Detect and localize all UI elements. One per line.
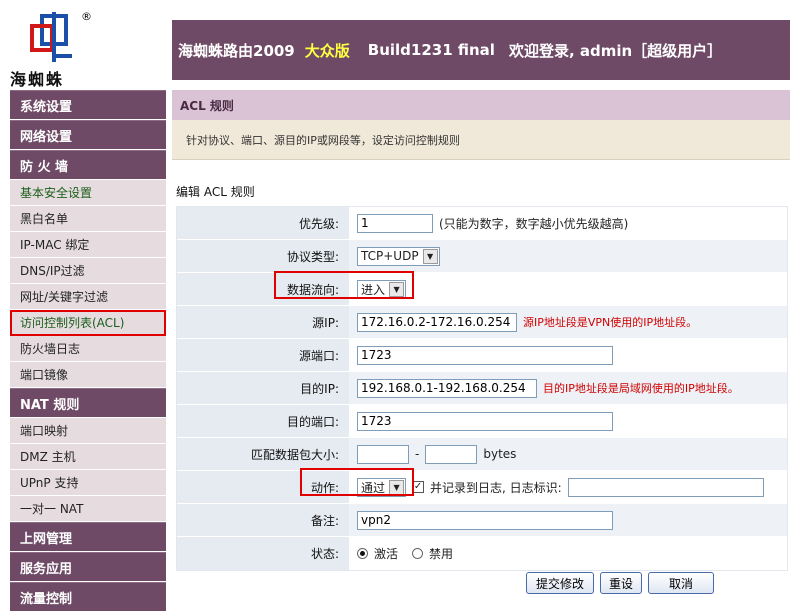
welcome-text: 欢迎登录, admin［超级用户］ xyxy=(508,41,723,60)
protocol-value: TCP+UDP xyxy=(361,249,419,263)
sidebar-group-firewall[interactable]: 防 火 墙 xyxy=(10,150,166,179)
sidebar-group-network[interactable]: 网络设置 xyxy=(10,120,166,149)
dst-ip-note: 目的IP地址段是局域网使用的IP地址段。 xyxy=(543,382,739,395)
priority-label: 优先级: xyxy=(177,207,349,239)
sidebar-item-ip-mac[interactable]: IP-MAC 绑定 xyxy=(10,232,166,258)
src-ip-label: 源IP: xyxy=(177,306,349,338)
form-row-packet-size: 匹配数据包大小: - bytes xyxy=(177,438,787,471)
remark-input[interactable]: vpn2 xyxy=(357,510,613,530)
dropdown-arrow-icon: ▼ xyxy=(422,248,438,264)
priority-hint: (只能为数字，数字越小优先级越高) xyxy=(439,216,629,231)
sidebar-item-port-mirror[interactable]: 端口镜像 xyxy=(10,362,166,388)
log-tag-input[interactable] xyxy=(567,477,764,497)
sidebar: 系统设置 网络设置 防 火 墙 基本安全设置 黑白名单 IP-MAC 绑定 DN… xyxy=(10,90,166,612)
sidebar-item-url-filter[interactable]: 网址/关键字过滤 xyxy=(10,284,166,310)
protocol-field-cell: TCP+UDP ▼ xyxy=(349,240,787,272)
page-title: ACL 规则 xyxy=(172,90,790,120)
edit-caption: 编辑 ACL 规则 xyxy=(176,185,255,199)
dst-ip-field-cell: 192.168.0.1-192.168.0.254 目的IP地址段是局域网使用的… xyxy=(349,372,787,404)
sidebar-group-flow[interactable]: 流量控制 xyxy=(10,582,166,611)
logo: ® 海蜘蛛 xyxy=(0,0,172,89)
sidebar-item-firewall-log[interactable]: 防火墙日志 xyxy=(10,336,166,362)
packet-size-label: 匹配数据包大小: xyxy=(177,438,349,470)
form-row-src-ip: 源IP: 172.16.0.2-172.16.0.254 源IP地址段是VPN使… xyxy=(177,306,787,339)
dst-port-input[interactable]: 1723 xyxy=(357,411,613,431)
cancel-button[interactable]: 取消 xyxy=(648,572,714,594)
acl-form: 优先级: 1 (只能为数字，数字越小优先级越高) 协议类型: TCP+UDP ▼… xyxy=(176,206,788,571)
sidebar-item-upnp[interactable]: UPnP 支持 xyxy=(10,470,166,496)
protocol-select[interactable]: TCP+UDP ▼ xyxy=(357,246,440,266)
form-row-status: 状态: 激活 禁用 xyxy=(177,537,787,570)
src-ip-field-cell: 172.16.0.2-172.16.0.254 源IP地址段是VPN使用的IP地… xyxy=(349,306,787,338)
dst-ip-label: 目的IP: xyxy=(177,372,349,404)
page-description: 针对协议、端口、源目的IP或网段等，设定访问控制规则 xyxy=(172,120,790,160)
logo-text: 海蜘蛛 xyxy=(10,70,65,89)
sidebar-item-blacklist[interactable]: 黑白名单 xyxy=(10,206,166,232)
sidebar-item-basic-security[interactable]: 基本安全设置 xyxy=(10,180,166,206)
sidebar-group-system[interactable]: 系统设置 xyxy=(10,90,166,119)
src-ip-input[interactable]: 172.16.0.2-172.16.0.254 xyxy=(357,312,517,332)
dst-port-label: 目的端口: xyxy=(177,405,349,437)
packet-size-max-input[interactable] xyxy=(425,444,478,464)
status-disabled-radio[interactable] xyxy=(412,548,424,559)
remark-label: 备注: xyxy=(177,504,349,536)
status-field-cell: 激活 禁用 xyxy=(349,537,787,570)
sidebar-item-dns-ip-filter[interactable]: DNS/IP过滤 xyxy=(10,258,166,284)
sidebar-group-internet[interactable]: 上网管理 xyxy=(10,522,166,551)
log-label: 并记录到日志, 日志标识: xyxy=(430,480,562,495)
form-row-priority: 优先级: 1 (只能为数字，数字越小优先级越高) xyxy=(177,207,787,240)
sidebar-item-one-to-one-nat[interactable]: 一对一 NAT xyxy=(10,496,166,522)
button-bar: 提交修改 重设 取消 xyxy=(526,572,714,594)
highlight-direction xyxy=(274,271,414,299)
priority-field-cell: 1 (只能为数字，数字越小优先级越高) xyxy=(349,207,787,239)
edition-label: 大众版 xyxy=(304,41,350,60)
src-ip-note: 源IP地址段是VPN使用的IP地址段。 xyxy=(523,316,698,329)
dst-ip-input[interactable]: 192.168.0.1-192.168.0.254 xyxy=(357,378,537,398)
action-field-cell: 通过 ▼ ✓ 并记录到日志, 日志标识: xyxy=(349,471,787,503)
priority-input[interactable]: 1 xyxy=(357,213,433,233)
status-label: 状态: xyxy=(177,537,349,570)
src-port-field-cell: 1723 xyxy=(349,339,787,371)
protocol-label: 协议类型: xyxy=(177,240,349,272)
form-row-direction: 数据流向: 进入 ▼ xyxy=(177,273,787,306)
direction-field-cell: 进入 ▼ xyxy=(349,273,787,305)
dst-port-field-cell: 1723 xyxy=(349,405,787,437)
remark-field-cell: vpn2 xyxy=(349,504,787,536)
form-row-src-port: 源端口: 1723 xyxy=(177,339,787,372)
reset-button[interactable]: 重设 xyxy=(600,572,642,594)
registered-mark: ® xyxy=(81,10,92,23)
form-row-remark: 备注: vpn2 xyxy=(177,504,787,537)
src-port-input[interactable]: 1723 xyxy=(357,345,613,365)
packet-size-field-cell: - bytes xyxy=(349,438,787,470)
form-row-dst-ip: 目的IP: 192.168.0.1-192.168.0.254 目的IP地址段是… xyxy=(177,372,787,405)
build-label: Build1231 final xyxy=(367,41,495,59)
spider-logo-icon xyxy=(30,12,72,62)
submit-button[interactable]: 提交修改 xyxy=(526,572,594,594)
packet-size-min-input[interactable] xyxy=(357,444,409,464)
sidebar-group-service[interactable]: 服务应用 xyxy=(10,552,166,581)
sidebar-item-acl[interactable]: 访问控制列表(ACL) xyxy=(10,310,166,336)
packet-size-unit: bytes xyxy=(483,447,517,461)
product-name: 海蜘蛛路由2009 xyxy=(178,41,295,60)
main-panel: ACL 规则 针对协议、端口、源目的IP或网段等，设定访问控制规则 编辑 ACL… xyxy=(172,90,790,594)
src-port-label: 源端口: xyxy=(177,339,349,371)
form-row-action: 动作: 通过 ▼ ✓ 并记录到日志, 日志标识: xyxy=(177,471,787,504)
form-row-dst-port: 目的端口: 1723 xyxy=(177,405,787,438)
sidebar-item-port-mapping[interactable]: 端口映射 xyxy=(10,418,166,444)
form-row-protocol: 协议类型: TCP+UDP ▼ xyxy=(177,240,787,273)
packet-size-separator: - xyxy=(415,447,420,461)
status-active-radio[interactable] xyxy=(357,548,368,559)
status-disabled-label: 禁用 xyxy=(429,547,454,561)
sidebar-item-dmz[interactable]: DMZ 主机 xyxy=(10,444,166,470)
status-active-label: 激活 xyxy=(374,547,399,561)
highlight-action xyxy=(300,468,414,496)
header-bar: 海蜘蛛路由2009 大众版 Build1231 final 欢迎登录, admi… xyxy=(172,20,790,80)
sidebar-group-nat[interactable]: NAT 规则 xyxy=(10,388,166,417)
